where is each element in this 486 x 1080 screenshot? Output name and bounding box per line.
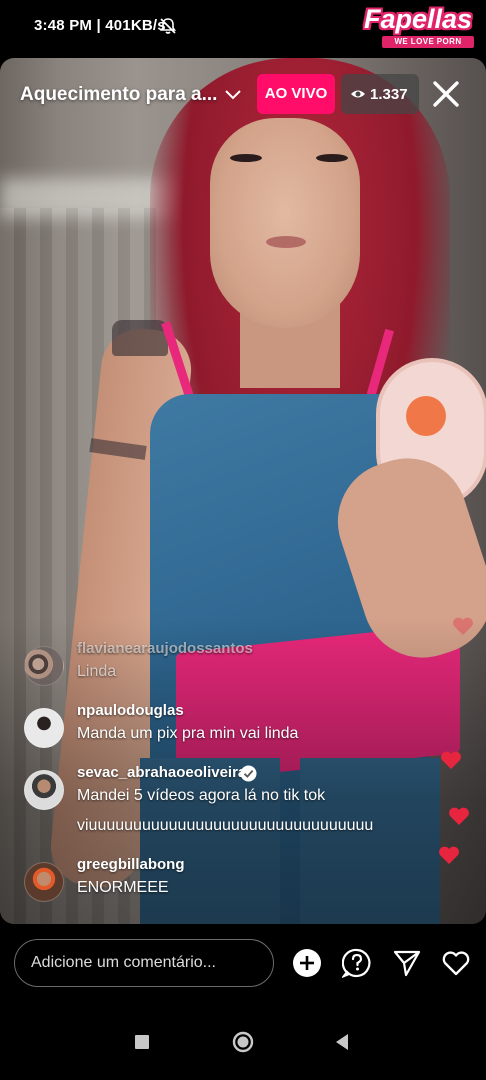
like-heart-icon[interactable] [441, 948, 471, 978]
floating-heart-icon [449, 807, 469, 825]
add-icon[interactable] [292, 948, 322, 978]
chevron-down-icon[interactable] [224, 87, 242, 103]
close-icon[interactable] [430, 78, 462, 110]
question-icon[interactable] [342, 948, 372, 978]
recents-icon[interactable] [130, 1030, 154, 1054]
avatar[interactable] [24, 646, 64, 686]
floating-heart-icon [439, 846, 459, 864]
comment-text: Linda [77, 663, 117, 680]
viewer-count-badge[interactable]: 1.337 [341, 74, 419, 114]
comment-bar [0, 924, 486, 1004]
watermark-tagline: WE LOVE PORN [382, 36, 474, 48]
comment-text-line2: viuuuuuuuuuuuuuuuuuuuuuuuuuuuuuuuu [77, 817, 374, 834]
send-icon[interactable] [392, 948, 422, 978]
viewer-count: 1.337 [370, 86, 408, 103]
home-icon[interactable] [231, 1030, 255, 1054]
comment-username[interactable]: sevac_abrahaoeoliveira [77, 764, 246, 781]
back-icon[interactable] [330, 1030, 354, 1054]
comment-username[interactable]: npaulodouglas [77, 702, 184, 719]
comment-text: Manda um pix pra min vai linda [77, 725, 299, 742]
comment-username[interactable]: greegbillabong [77, 856, 185, 873]
avatar[interactable] [24, 862, 64, 902]
system-nav-bar [0, 1004, 486, 1080]
watermark-logo: Fapellas WE LOVE PORN [356, 4, 480, 48]
status-time-speed: 3:48 PM | 401KB/s [34, 17, 166, 34]
eye-icon [351, 90, 365, 98]
comment-text: ENORMEEE [77, 879, 169, 896]
notifications-off-icon [159, 18, 177, 34]
verified-badge-icon [240, 765, 257, 782]
watermark-name: Fapellas [363, 4, 473, 34]
comment-input[interactable] [14, 939, 274, 987]
live-title[interactable]: Aquecimento para a... [20, 84, 217, 106]
floating-heart-icon [441, 751, 461, 769]
avatar[interactable] [24, 708, 64, 748]
comment-list: flavianearaujodossantos Linda npaulodoug… [0, 630, 430, 902]
comment-username[interactable]: flavianearaujodossantos [77, 640, 253, 657]
avatar[interactable] [24, 770, 64, 810]
floating-heart-icon [453, 617, 473, 635]
live-badge: AO VIVO [257, 74, 335, 114]
comment-text: Mandei 5 vídeos agora lá no tik tok [77, 787, 326, 804]
